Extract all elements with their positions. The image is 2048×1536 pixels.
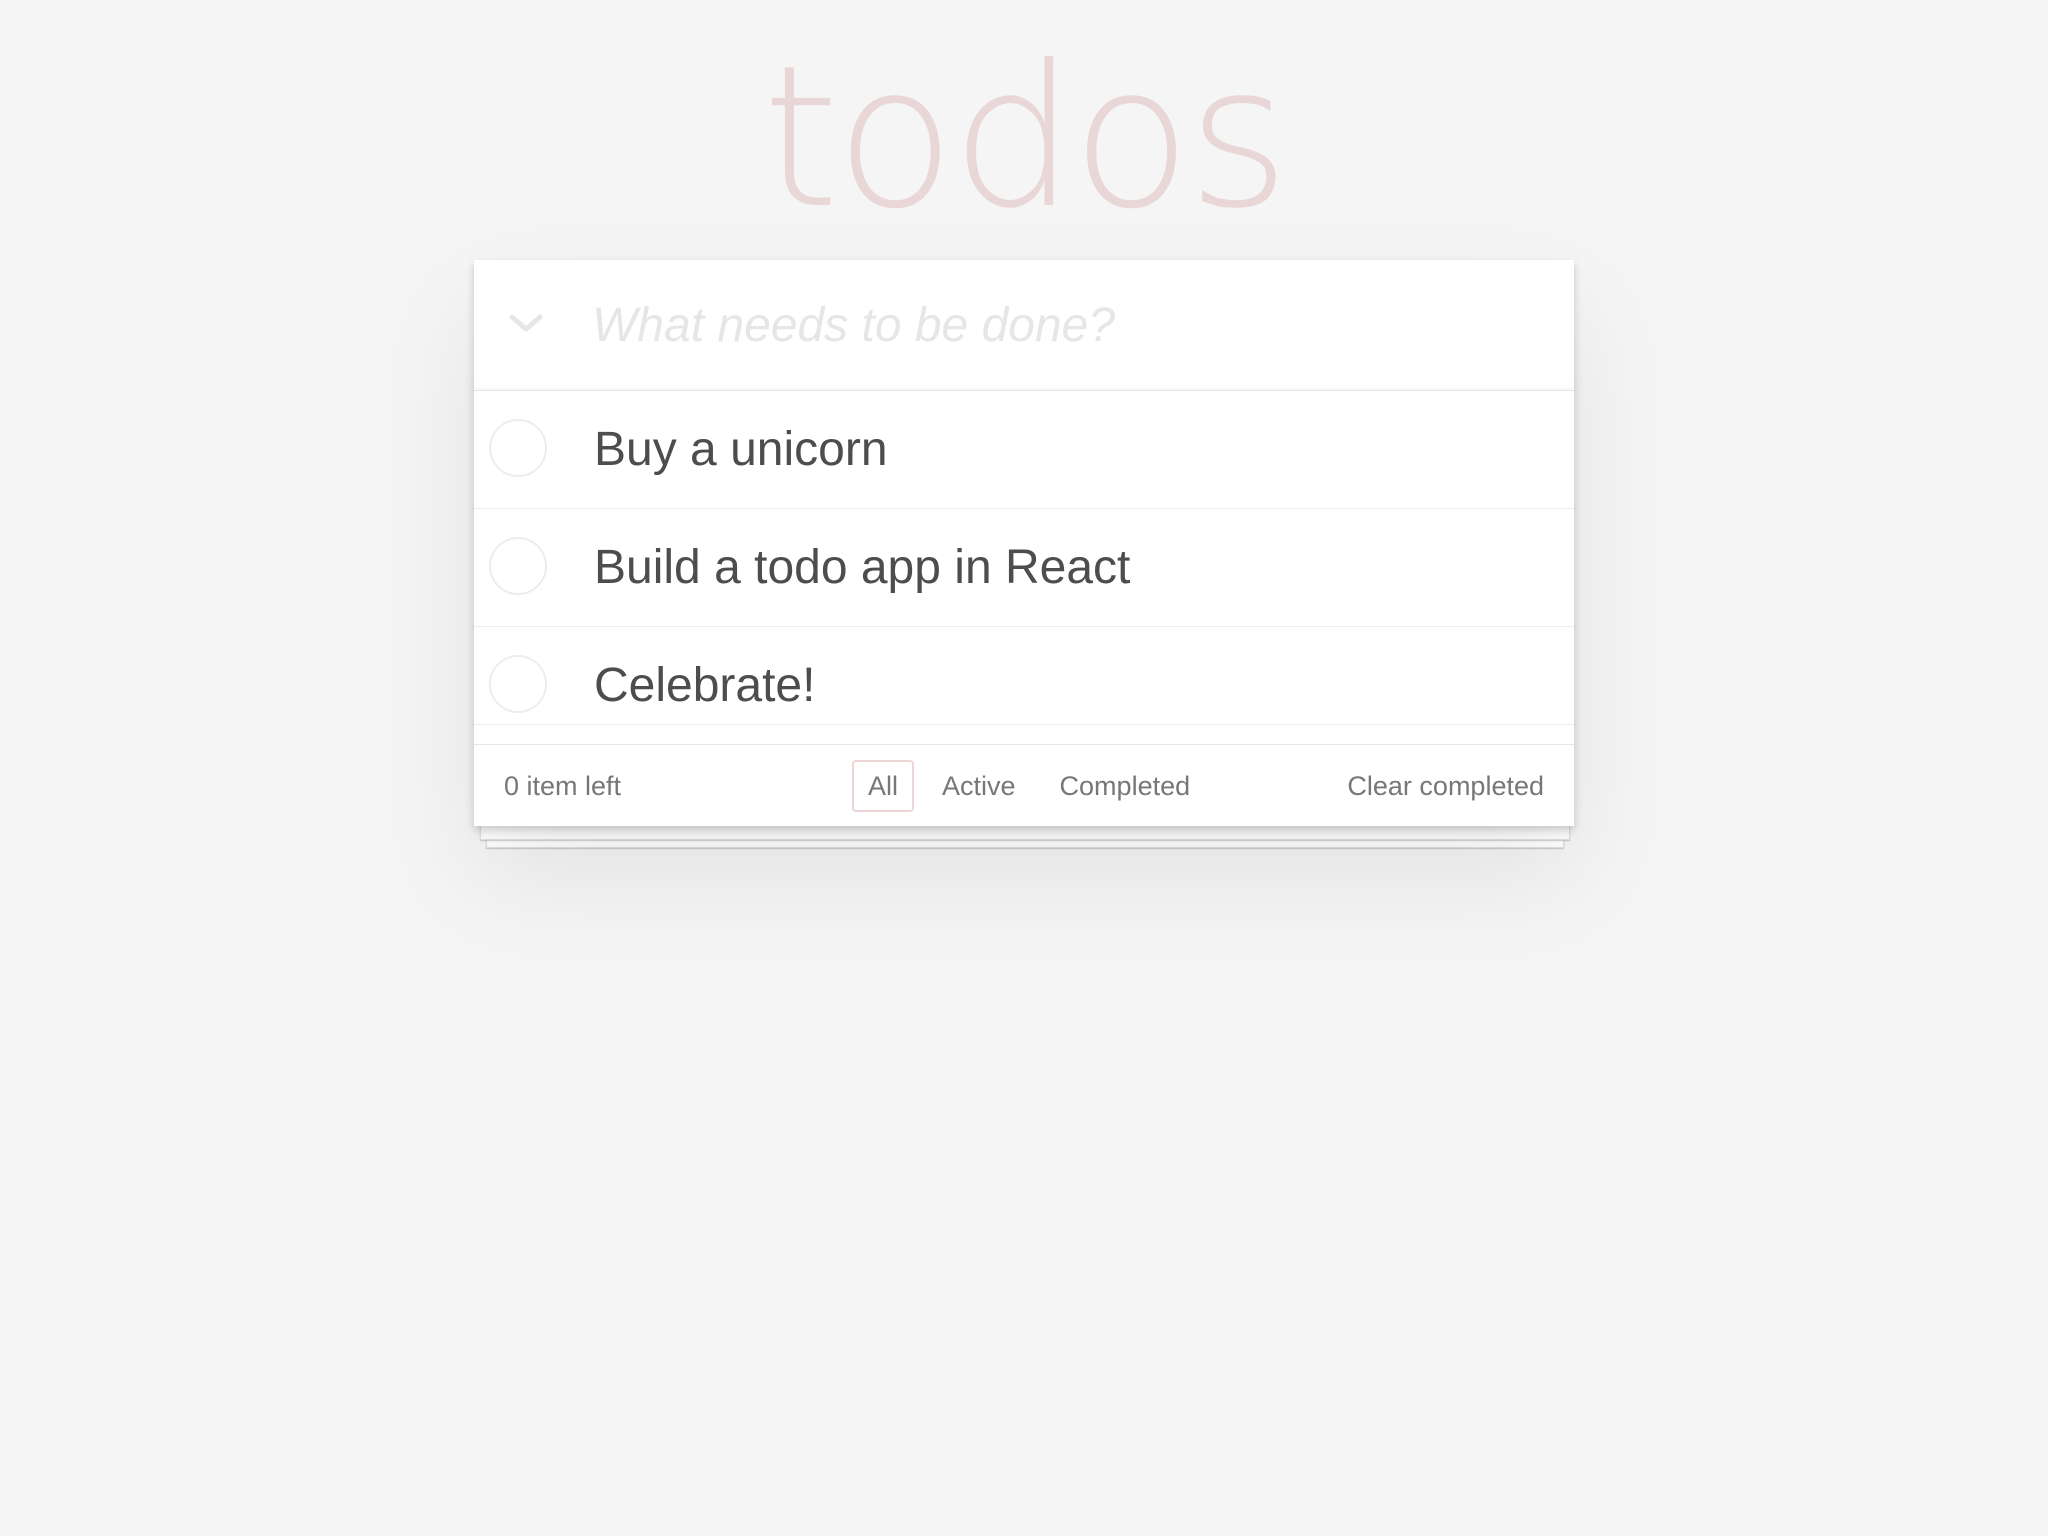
filter-all-link[interactable]: All [852, 760, 915, 812]
clear-completed-button[interactable]: Clear completed [1347, 769, 1544, 803]
todo-label[interactable]: Build a todo app in React [594, 539, 1130, 597]
todo-checkbox[interactable] [489, 655, 547, 713]
filter-completed-link[interactable]: Completed [1044, 760, 1207, 812]
todo-footer: 0 item left All Active Completed Clear c… [474, 744, 1574, 826]
filter-item: Completed [1044, 760, 1207, 812]
todo-list: Buy a unicorn Build a todo app in React … [474, 391, 1574, 725]
todo-item[interactable]: Celebrate! [474, 627, 1574, 725]
todo-label[interactable]: Celebrate! [594, 657, 815, 715]
todo-label[interactable]: Buy a unicorn [594, 421, 888, 479]
todo-checkbox[interactable] [489, 419, 547, 477]
todo-item[interactable]: Build a todo app in React [474, 509, 1574, 627]
filter-item: Active [926, 760, 1032, 812]
filter-tabs: All Active Completed [852, 760, 1206, 812]
filter-active-link[interactable]: Active [926, 760, 1032, 812]
todo-checkbox[interactable] [489, 537, 547, 595]
items-left-count: 0 item left [504, 771, 622, 801]
app-title: todos [762, 24, 1289, 252]
new-todo-input[interactable] [592, 282, 1552, 368]
todo-app-card: Buy a unicorn Build a todo app in React … [474, 260, 1574, 826]
chevron-down-icon[interactable] [502, 300, 550, 348]
todo-header [474, 260, 1574, 391]
filter-item: All [852, 760, 915, 812]
todo-item[interactable]: Buy a unicorn [474, 391, 1574, 509]
